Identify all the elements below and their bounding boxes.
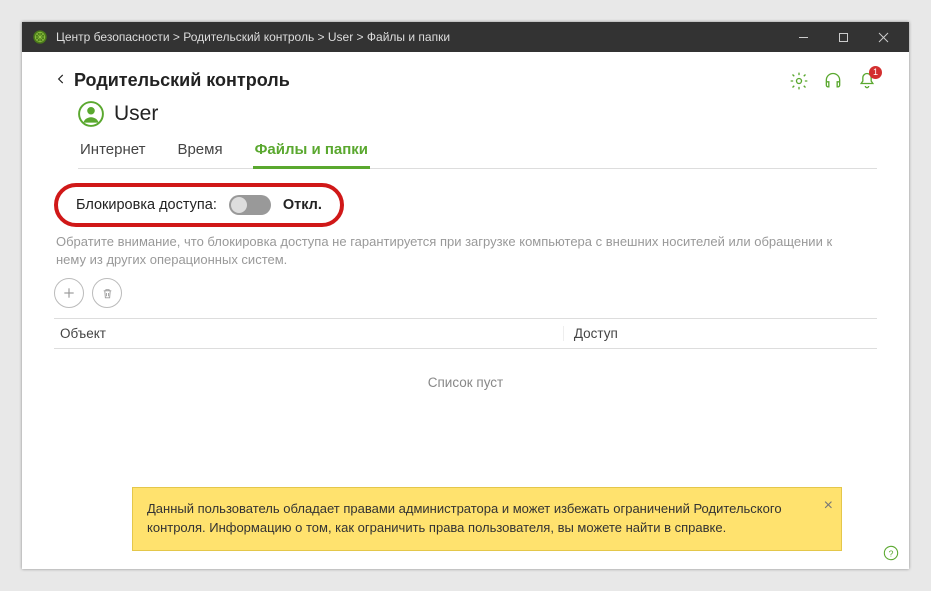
user-name: User: [114, 102, 158, 126]
user-row: User: [78, 101, 877, 127]
column-access[interactable]: Доступ: [563, 326, 871, 341]
files-table: Объект Доступ Список пуст: [54, 318, 877, 416]
access-block-highlight: Блокировка доступа: Откл.: [54, 183, 344, 227]
breadcrumb: Центр безопасности > Родительский контро…: [56, 30, 783, 44]
header-icons: 1: [789, 71, 877, 91]
access-block-toggle[interactable]: [229, 195, 271, 215]
add-button[interactable]: [54, 278, 84, 308]
notification-badge: 1: [869, 66, 882, 79]
help-icon[interactable]: ?: [883, 545, 899, 561]
toggle-knob: [231, 197, 247, 213]
close-button[interactable]: [863, 22, 903, 52]
table-empty-message: Список пуст: [54, 349, 877, 416]
table-header: Объект Доступ: [54, 318, 877, 349]
tab-files[interactable]: Файлы и папки: [253, 135, 370, 169]
back-button[interactable]: Родительский контроль: [54, 70, 290, 91]
maximize-button[interactable]: [823, 22, 863, 52]
back-arrow-icon: [54, 70, 68, 91]
svg-text:?: ?: [889, 548, 894, 558]
column-object[interactable]: Объект: [60, 326, 563, 341]
tab-time[interactable]: Время: [175, 135, 224, 169]
minimize-button[interactable]: [783, 22, 823, 52]
access-block-label: Блокировка доступа:: [76, 197, 217, 213]
warning-close-icon[interactable]: ×: [824, 494, 833, 517]
warning-text: Данный пользователь обладает правами адм…: [147, 501, 782, 535]
tabs: Интернет Время Файлы и папки: [78, 135, 877, 169]
page-title: Родительский контроль: [74, 70, 290, 91]
page-header: Родительский контроль 1: [54, 70, 877, 91]
settings-gear-icon[interactable]: [789, 71, 809, 91]
notifications-bell-icon[interactable]: 1: [857, 71, 877, 91]
app-logo-icon: [32, 29, 48, 45]
app-window: Центр безопасности > Родительский контро…: [22, 22, 909, 569]
admin-warning-box: Данный пользователь обладает правами адм…: [132, 487, 842, 551]
user-avatar-icon: [78, 101, 104, 127]
titlebar: Центр безопасности > Родительский контро…: [22, 22, 909, 52]
access-block-note: Обратите внимание, что блокировка доступ…: [56, 233, 857, 268]
delete-button[interactable]: [92, 278, 122, 308]
content-area: Родительский контроль 1 User: [22, 52, 909, 569]
action-buttons: [54, 278, 877, 308]
tab-internet[interactable]: Интернет: [78, 135, 147, 169]
support-headset-icon[interactable]: [823, 71, 843, 91]
access-block-state: Откл.: [283, 197, 322, 213]
